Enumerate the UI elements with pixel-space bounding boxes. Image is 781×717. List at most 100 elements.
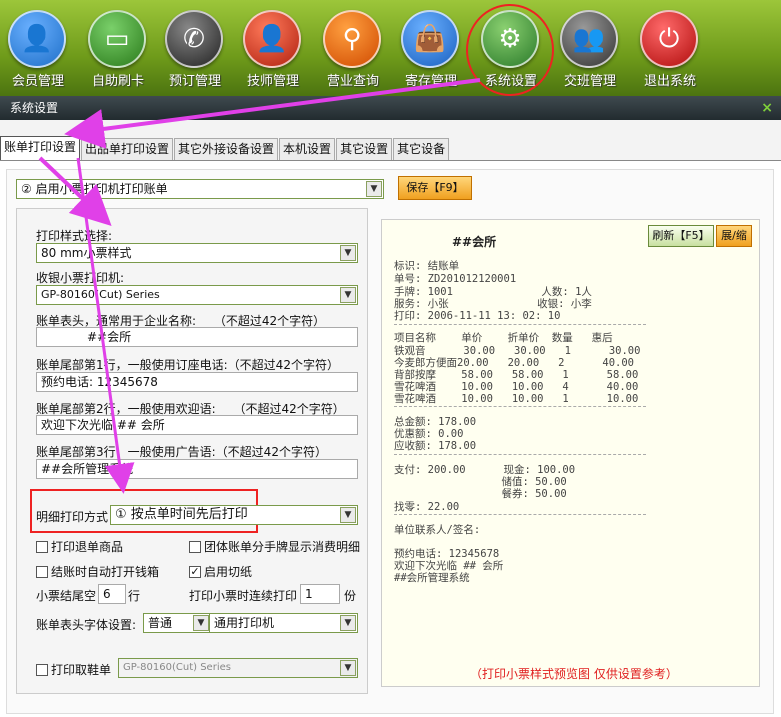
- detail-mode-value: ① 按点单时间先后打印: [115, 507, 248, 522]
- technician-icon: 👤: [243, 10, 301, 68]
- shoe-printer-select[interactable]: GP-80160(Cut) Series ▼: [118, 658, 358, 678]
- continuous-label: 打印小票时连续打印: [189, 589, 298, 603]
- divider: [394, 514, 646, 515]
- font-style-value: 普通: [148, 616, 173, 630]
- receipt-footer: ##会所管理系统: [394, 572, 470, 584]
- footer2-label-text: 账单尾部第2行，一般使用欢迎语:: [36, 402, 216, 416]
- bag-icon: 👜: [401, 10, 459, 68]
- toolbar-label: 技师管理: [246, 74, 299, 89]
- font-style-select[interactable]: 普通 ▼: [143, 613, 211, 633]
- tab-other-settings[interactable]: 其它设置: [336, 138, 393, 160]
- divider: [394, 406, 646, 407]
- receipt-line: 打印: 2006-11-11 13: 02: 10: [394, 310, 561, 322]
- header-input[interactable]: ##会所: [36, 327, 358, 347]
- refresh-button[interactable]: 刷新【F5】: [648, 225, 714, 247]
- chevron-down-icon: ▼: [340, 507, 356, 523]
- receipt-change: 找零: 22.00: [394, 501, 460, 513]
- toolbar-label: 交班管理: [563, 74, 616, 89]
- close-icon[interactable]: ×: [761, 96, 773, 120]
- tab-local-settings[interactable]: 本机设置: [279, 138, 336, 160]
- phone-icon: ✆: [165, 10, 223, 68]
- toolbar-label: 寄存管理: [404, 74, 457, 89]
- member-icon: 👤: [8, 10, 66, 68]
- group-bill-checkbox[interactable]: 团体账单分手牌显示消费明细: [189, 538, 360, 555]
- font-printer-value: 通用打印机: [214, 616, 275, 630]
- divider: [394, 454, 646, 455]
- toolbar-exit[interactable]: ⏻ 退出系统: [630, 0, 710, 96]
- shoe-slip-checkbox[interactable]: 打印取鞋单: [36, 661, 111, 678]
- expand-button[interactable]: 展/缩: [716, 225, 752, 247]
- toolbar-technician[interactable]: 👤 技师管理: [233, 0, 313, 96]
- tail-blank-unit: 行: [128, 589, 141, 603]
- receipt-preview: ##会所 标识: 结账单 单号: ZD201012120001 手牌: 1001…: [381, 219, 760, 687]
- chevron-down-icon: ▼: [340, 287, 356, 303]
- open-drawer-checkbox[interactable]: 结账时自动打开钱箱: [36, 563, 159, 580]
- save-button[interactable]: 保存【F9】: [398, 176, 472, 200]
- tab-product-print[interactable]: 出品单打印设置: [81, 138, 174, 160]
- tab-other-devices[interactable]: 其它设备: [393, 138, 450, 160]
- detail-mode-label: 明细打印方式: [36, 510, 109, 524]
- cut-paper-checkbox[interactable]: ✓ 启用切纸: [189, 563, 252, 580]
- toolbar-self-card[interactable]: ▭ 自助刷卡: [78, 0, 158, 96]
- card-icon: ▭: [88, 10, 146, 68]
- toolbar-label: 自助刷卡: [91, 74, 144, 89]
- footer2-input[interactable]: 欢迎下次光临 ## 会所: [36, 415, 358, 435]
- tail-blank-label: 小票结尾空: [36, 589, 97, 603]
- toolbar-business-query[interactable]: ⚲ 营业查询: [313, 0, 393, 96]
- tab-external-devices[interactable]: 其它外接设备设置: [174, 138, 279, 160]
- divider: [394, 324, 646, 325]
- chevron-down-icon: ▼: [366, 181, 382, 197]
- tab-bar: 账单打印设置 出品单打印设置 其它外接设备设置 本机设置 其它设置 其它设备: [0, 136, 450, 160]
- enable-printer-select[interactable]: ② 启用小票打印机打印账单 ▼: [16, 179, 384, 199]
- toolbar-label: 预订管理: [168, 74, 221, 89]
- window-title: 系统设置: [10, 101, 59, 115]
- checkbox-box[interactable]: [36, 663, 48, 676]
- enable-printer-value: ② 启用小票打印机打印账单: [21, 182, 168, 196]
- tail-blank-input[interactable]: 6: [98, 584, 126, 604]
- detail-mode-select[interactable]: ① 按点单时间先后打印 ▼: [110, 505, 358, 525]
- chevron-down-icon: ▼: [193, 615, 209, 631]
- font-printer-select[interactable]: 通用打印机 ▼: [209, 613, 358, 633]
- print-style-select[interactable]: 80 mm小票样式 ▼: [36, 243, 358, 263]
- window-titlebar: 系统设置 ×: [0, 96, 781, 120]
- shoe-printer-value: GP-80160(Cut) Series: [123, 662, 231, 673]
- footer3-input[interactable]: ##会所管理系统: [36, 459, 358, 479]
- search-icon: ⚲: [323, 10, 381, 68]
- receipt-contact: 单位联系人/签名:: [394, 524, 481, 536]
- receipt-total: 应收额: 178.00: [394, 440, 477, 452]
- checkbox-box[interactable]: [36, 565, 48, 578]
- toolbar-reservation[interactable]: ✆ 预订管理: [155, 0, 235, 96]
- open-drawer-label: 结账时自动打开钱箱: [51, 565, 160, 579]
- cashier-printer-value: GP-80160(Cut) Series: [41, 288, 160, 301]
- checkbox-box[interactable]: [36, 540, 48, 553]
- chevron-down-icon: ▼: [340, 615, 356, 631]
- checkbox-box[interactable]: [189, 540, 201, 553]
- toolbar-shift-handover[interactable]: 👥 交班管理: [550, 0, 630, 96]
- checkmark-icon[interactable]: ✓: [189, 565, 201, 578]
- footer1-label: 账单尾部第1行，一般使用订座电话:（不超过42个字符）: [36, 358, 339, 372]
- power-icon: ⏻: [640, 10, 698, 68]
- cashier-printer-select[interactable]: GP-80160(Cut) Series ▼: [36, 285, 358, 305]
- toolbar-label: 营业查询: [326, 74, 379, 89]
- footer2-limit-text: （不超过42个字符）: [233, 402, 345, 416]
- print-style-value: 80 mm小票样式: [41, 246, 132, 260]
- continuous-input[interactable]: 1: [300, 584, 340, 604]
- cashier-printer-label: 收银小票打印机:: [36, 271, 125, 285]
- footer3-label: 账单尾部第3行，一般使用广告语:（不超过42个字符）: [36, 445, 327, 459]
- header-label-text: 账单表头，通常用于企业名称:: [36, 314, 197, 328]
- handover-icon: 👥: [560, 10, 618, 68]
- tab-bill-print[interactable]: 账单打印设置: [0, 136, 81, 160]
- shoe-slip-label: 打印取鞋单: [51, 663, 112, 677]
- toolbar-member[interactable]: 👤 会员管理: [0, 0, 78, 96]
- toolbar-storage[interactable]: 👜 寄存管理: [391, 0, 471, 96]
- highlight-circle: [466, 4, 554, 96]
- print-return-checkbox[interactable]: 打印退单商品: [36, 538, 123, 555]
- preview-note: （打印小票样式预览图 仅供设置参考）: [470, 667, 678, 681]
- chevron-down-icon: ▼: [340, 660, 356, 676]
- header-limit-text: （不超过42个字符）: [213, 314, 326, 328]
- footer1-input[interactable]: 预约电话: 12345678: [36, 372, 358, 392]
- receipt-item: 雪花啤酒 10.00 10.00 1 10.00: [394, 393, 639, 405]
- main-toolbar: 👤 会员管理 ▭ 自助刷卡 ✆ 预订管理 👤 技师管理 ⚲ 营业查询 👜 寄存管…: [0, 0, 781, 96]
- toolbar-label: 退出系统: [643, 74, 696, 89]
- cut-paper-label: 启用切纸: [204, 565, 253, 579]
